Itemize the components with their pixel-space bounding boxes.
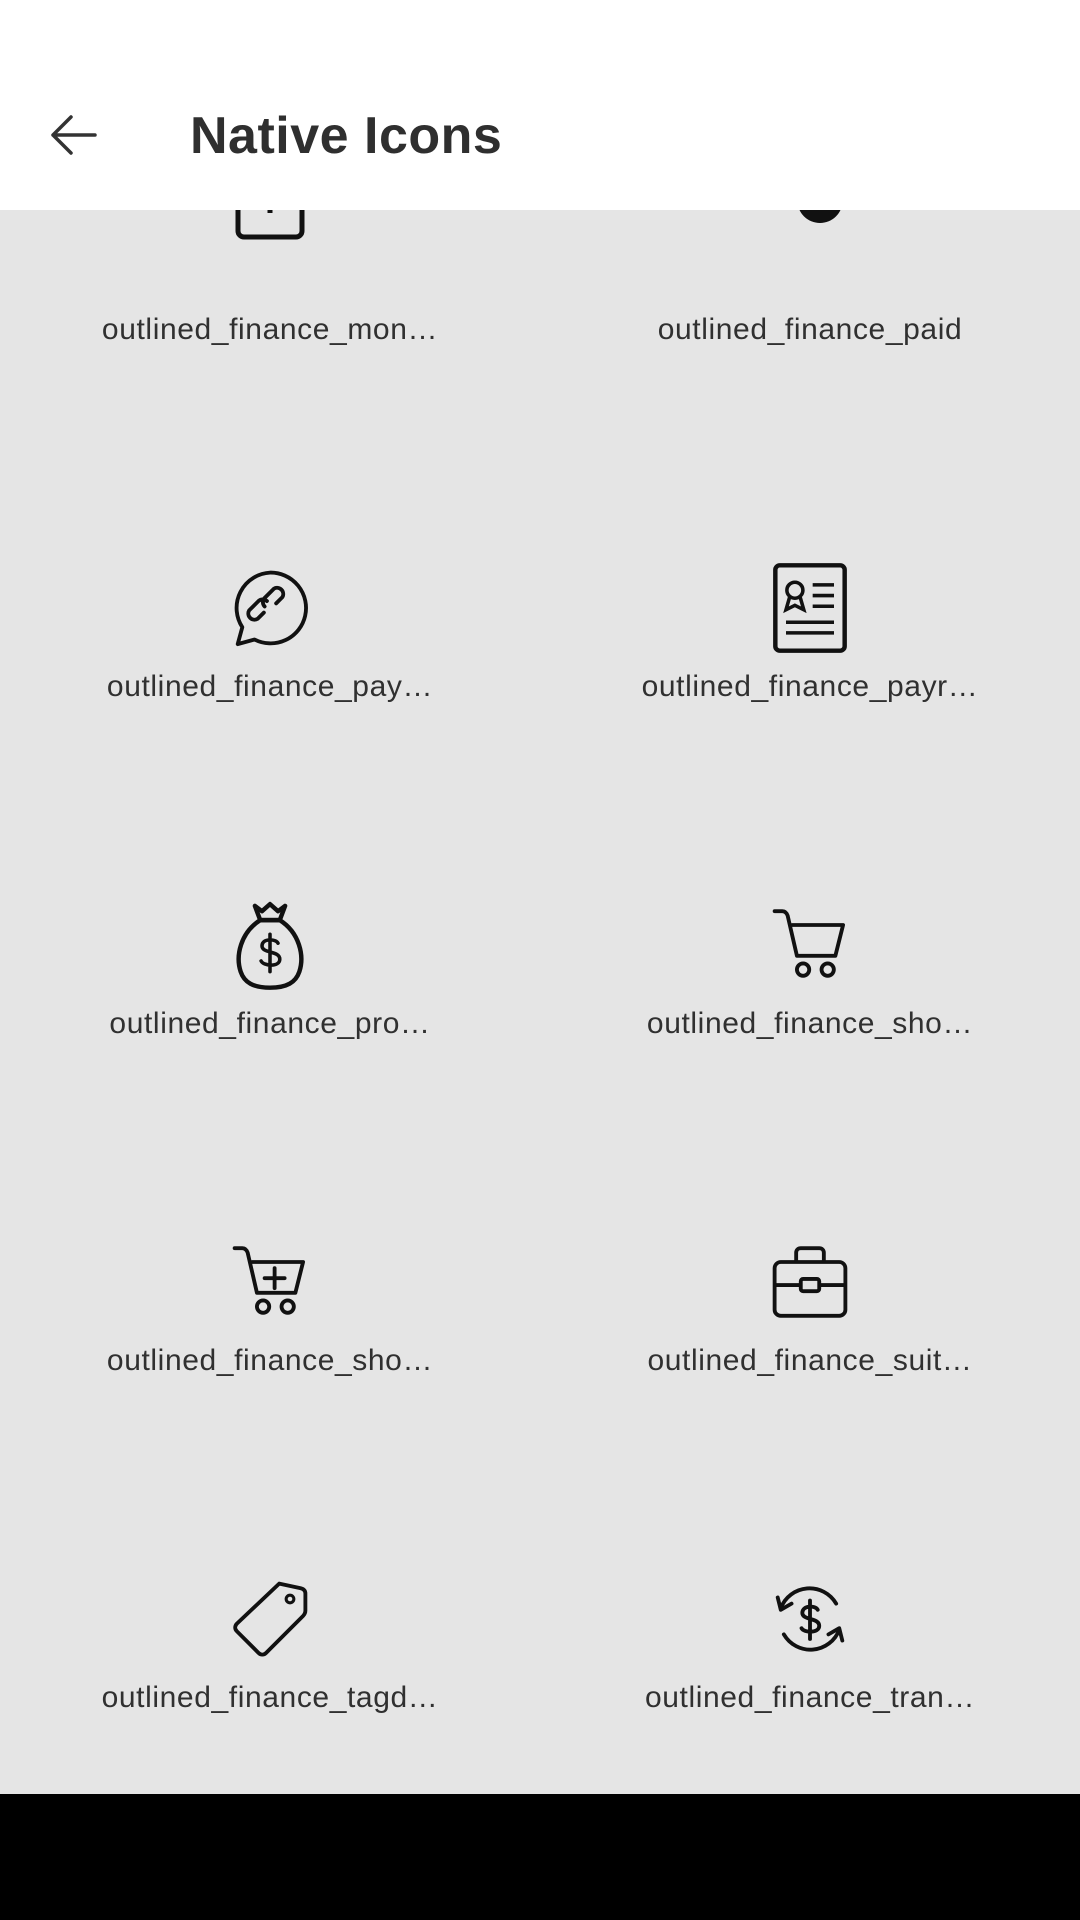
icon-tile[interactable]: outlined_finance_tran… [540, 1451, 1080, 1788]
icon-label: outlined_finance_tran… [644, 1681, 976, 1714]
icon-tile[interactable]: outlined_finance_sho… [0, 1114, 540, 1451]
shopping-cart-add-icon [230, 1232, 310, 1332]
icon-tile[interactable]: outlined_finance_tagd… [0, 1451, 540, 1788]
icon-label: outlined_finance_pay… [106, 670, 434, 703]
system-navigation-bar [0, 1794, 1080, 1920]
money-bag-icon [230, 895, 310, 995]
icon-label: outlined_finance_tagd… [101, 1681, 439, 1714]
icon-tile[interactable]: outlined_finance_payr… [540, 440, 1080, 777]
arrow-left-icon [47, 109, 99, 166]
icon-label: outlined_finance_sho… [646, 1007, 974, 1040]
suitcase-icon [770, 1232, 850, 1332]
icon-tile[interactable]: outlined_finance_pay… [0, 440, 540, 777]
icon-tile[interactable]: outlined_finance_pro… [0, 777, 540, 1114]
icon-label: outlined_finance_mon… [101, 313, 439, 346]
page-title: Native Icons [190, 107, 503, 165]
app-bar: Native Icons [0, 0, 1080, 210]
payment-link-chat-icon [230, 558, 310, 658]
icon-tile[interactable]: outlined_finance_suit… [540, 1114, 1080, 1451]
icon-label: outlined_finance_paid [657, 313, 963, 346]
price-tag-icon [230, 1569, 310, 1669]
icon-label: outlined_finance_pro… [109, 1007, 431, 1040]
icon-grid: outlined_finance_mon… outlined_finance_p… [0, 0, 1080, 1794]
icon-tile[interactable]: outlined_finance_sho… [540, 777, 1080, 1114]
icon-label: outlined_finance_payr… [641, 670, 979, 703]
icon-label: outlined_finance_suit… [647, 1344, 973, 1377]
transfer-dollar-icon [770, 1569, 850, 1669]
back-button[interactable] [44, 108, 102, 166]
payroll-document-icon [770, 558, 850, 658]
shopping-cart-icon [770, 895, 850, 995]
icon-label: outlined_finance_sho… [106, 1344, 434, 1377]
